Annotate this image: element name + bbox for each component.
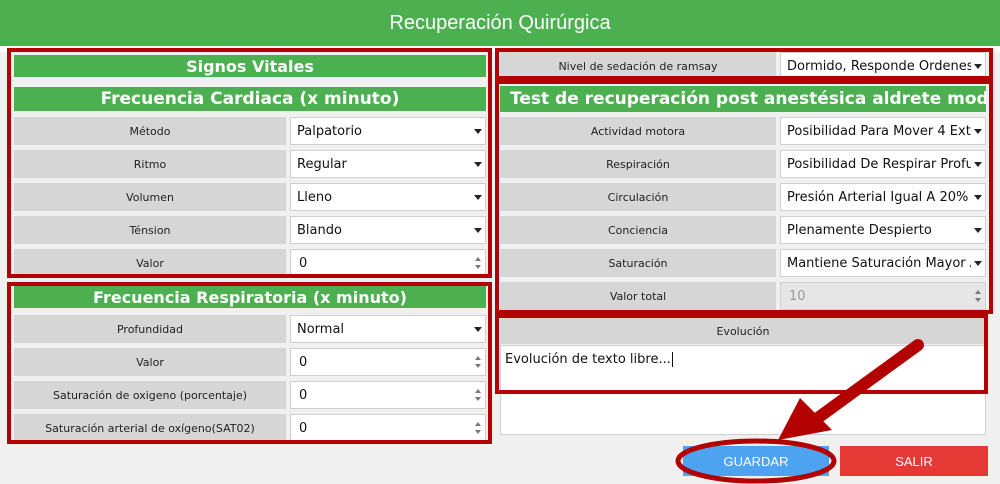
spinner-icon[interactable]	[471, 382, 485, 408]
chevron-down-icon[interactable]	[971, 217, 985, 243]
consciousness-value: Plenamente Despierto	[787, 222, 932, 238]
consciousness-row: Conciencia Plenamente Despierto	[500, 216, 986, 244]
cardiac-tension-row: Ténsion Blando	[14, 216, 486, 244]
consciousness-label: Conciencia	[500, 216, 776, 244]
rhythm-select[interactable]: Regular	[290, 150, 486, 178]
cardiac-method-row: Método Palpatorio	[14, 117, 486, 145]
volume-label: Volumen	[14, 183, 286, 211]
spinner-icon[interactable]	[471, 250, 485, 276]
circulation-select[interactable]: Presión Arterial Igual A 20% De Nivel	[780, 183, 986, 211]
vital-signs-header: Signos Vitales	[14, 55, 486, 77]
tension-value: Blando	[297, 222, 342, 238]
ramsay-row: Nivel de sedación de ramsay Dormido, Res…	[500, 52, 986, 80]
chevron-down-icon[interactable]	[971, 118, 985, 144]
chevron-down-icon[interactable]	[971, 250, 985, 276]
method-label: Método	[14, 117, 286, 145]
oxygen-sat-input[interactable]: 0	[290, 381, 486, 409]
resp-value-input[interactable]: 0	[290, 348, 486, 376]
recovery-form-window: Recuperación Quirúrgica Signos Vitales F…	[0, 0, 1000, 484]
resp-depth-row: Profundidad Normal	[14, 315, 486, 343]
motor-activity-label: Actividad motora	[500, 117, 776, 145]
volume-value: Lleno	[297, 189, 333, 205]
spinner-icon[interactable]	[471, 415, 485, 441]
circulation-value: Presión Arterial Igual A 20% De Nivel	[787, 189, 971, 205]
tension-select[interactable]: Blando	[290, 216, 486, 244]
rhythm-label: Ritmo	[14, 150, 286, 178]
depth-label: Profundidad	[14, 315, 286, 343]
arterial-sat-input[interactable]: 0	[290, 414, 486, 442]
window-title: Recuperación Quirúrgica	[0, 0, 1000, 46]
oxygen-sat-row: Saturación de oxigeno (porcentaje) 0	[14, 381, 486, 409]
saturation-select[interactable]: Mantiene Saturación Mayor Al 90%	[780, 249, 986, 277]
exit-button[interactable]: SALIR	[840, 446, 988, 476]
arterial-sat-row: Saturación arterial de oxígeno(SAT02) 0	[14, 414, 486, 442]
depth-value: Normal	[297, 321, 345, 337]
chevron-down-icon[interactable]	[471, 217, 485, 243]
ramsay-label: Nivel de sedación de ramsay	[500, 52, 776, 80]
total-value-input: 10	[780, 282, 986, 310]
chevron-down-icon[interactable]	[471, 151, 485, 177]
volume-select[interactable]: Lleno	[290, 183, 486, 211]
arterial-sat-text: 0	[299, 420, 308, 436]
total-value-text: 10	[789, 288, 806, 304]
total-value-label: Valor total	[500, 282, 776, 310]
chevron-down-icon[interactable]	[971, 184, 985, 210]
chevron-down-icon[interactable]	[471, 316, 485, 342]
consciousness-select[interactable]: Plenamente Despierto	[780, 216, 986, 244]
respiratory-rate-header: Frecuencia Respiratoria (x minuto)	[14, 286, 486, 308]
rhythm-value: Regular	[297, 156, 347, 172]
arterial-sat-label: Saturación arterial de oxígeno(SAT02)	[14, 414, 286, 442]
cardiac-volume-row: Volumen Lleno	[14, 183, 486, 211]
motor-activity-row: Actividad motora Posibilidad Para Mover …	[500, 117, 986, 145]
saturation-row: Saturación Mantiene Saturación Mayor Al …	[500, 249, 986, 277]
evolution-text: Evolución de texto libre...	[505, 352, 671, 367]
spinner-icon[interactable]	[471, 349, 485, 375]
chevron-down-icon[interactable]	[471, 118, 485, 144]
resp-value-text: 0	[299, 354, 308, 370]
breathing-select[interactable]: Posibilidad De Respirar Profundamente	[780, 150, 986, 178]
method-select[interactable]: Palpatorio	[290, 117, 486, 145]
oxygen-sat-label: Saturación de oxigeno (porcentaje)	[14, 381, 286, 409]
resp-value-label: Valor	[14, 348, 286, 376]
depth-select[interactable]: Normal	[290, 315, 486, 343]
chevron-down-icon[interactable]	[471, 184, 485, 210]
spinner-icon	[971, 283, 985, 309]
tension-label: Ténsion	[14, 216, 286, 244]
breathing-value: Posibilidad De Respirar Profundamente	[787, 156, 971, 172]
evolution-label: Evolución	[500, 318, 986, 344]
circulation-label: Circulación	[500, 183, 776, 211]
cardiac-rhythm-row: Ritmo Regular	[14, 150, 486, 178]
chevron-down-icon[interactable]	[971, 151, 985, 177]
cardiac-value-text: 0	[299, 255, 308, 271]
save-button[interactable]: GUARDAR	[683, 446, 829, 476]
ramsay-select[interactable]: Dormido, Responde Órdenes Verbales	[780, 52, 986, 80]
evolution-textarea[interactable]: Evolución de texto libre...	[500, 345, 986, 435]
breathing-label: Respiración	[500, 150, 776, 178]
motor-activity-select[interactable]: Posibilidad Para Mover 4 Extremidades	[780, 117, 986, 145]
cardiac-value-row: Valor 0	[14, 249, 486, 277]
text-cursor	[671, 352, 673, 367]
oxygen-sat-text: 0	[299, 387, 308, 403]
breathing-row: Respiración Posibilidad De Respirar Prof…	[500, 150, 986, 178]
saturation-label: Saturación	[500, 249, 776, 277]
cardiac-rate-header: Frecuencia Cardiaca (x minuto)	[14, 87, 486, 111]
saturation-value: Mantiene Saturación Mayor Al 90%	[787, 255, 971, 271]
chevron-down-icon[interactable]	[971, 53, 985, 79]
cardiac-value-input[interactable]: 0	[290, 249, 486, 277]
motor-activity-value: Posibilidad Para Mover 4 Extremidades	[787, 123, 971, 139]
total-value-row: Valor total 10	[500, 282, 986, 310]
resp-value-row: Valor 0	[14, 348, 486, 376]
circulation-row: Circulación Presión Arterial Igual A 20%…	[500, 183, 986, 211]
method-value: Palpatorio	[297, 123, 363, 139]
ramsay-value: Dormido, Responde Órdenes Verbales	[787, 58, 971, 74]
aldrete-test-header: Test de recuperación post anestésica ald…	[500, 86, 986, 112]
cardiac-value-label: Valor	[14, 249, 286, 277]
